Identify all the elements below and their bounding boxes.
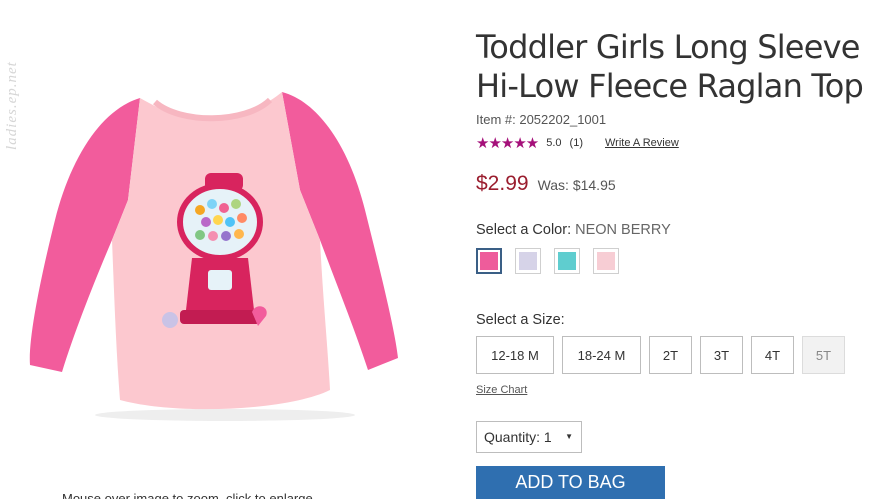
product-title-line1: Toddler Girls Long Sleeve	[476, 28, 860, 66]
color-swatch-light-pink[interactable]	[593, 248, 619, 274]
chevron-down-icon: ▼	[565, 432, 573, 441]
size-selector-label: Select a Size:	[476, 312, 565, 328]
rating-count[interactable]: (1)	[570, 137, 583, 149]
quantity-label: Quantity:	[484, 429, 541, 445]
sale-price: $2.99	[476, 172, 529, 195]
selected-color-name: NEON BERRY	[575, 222, 671, 238]
swatch-fill	[558, 252, 576, 270]
add-to-bag-button[interactable]: ADD TO BAG	[476, 466, 665, 499]
item-number: Item #: 2052202_1001	[476, 112, 607, 127]
was-price: Was: $14.95	[537, 177, 616, 193]
swatch-fill	[597, 252, 615, 270]
quantity-value: 1	[543, 429, 552, 445]
color-label-text: Select a Color:	[476, 222, 572, 238]
product-title: Toddler Girls Long Sleeve Hi-Low Fleece …	[476, 28, 866, 106]
size-button-3t[interactable]: 3T	[700, 336, 743, 374]
size-button-2t[interactable]: 2T	[649, 336, 692, 374]
star-rating-icon: ★★★★★	[476, 135, 539, 152]
color-swatches	[476, 248, 619, 274]
product-title-line2: Hi-Low Fleece Raglan Top	[476, 67, 864, 105]
size-button-12-18m[interactable]: 12-18 M	[476, 336, 554, 374]
price-row: $2.99 Was: $14.95	[476, 172, 616, 196]
size-button-4t[interactable]: 4T	[751, 336, 794, 374]
size-options: 12-18 M 18-24 M 2T 3T 4T 5T	[476, 336, 845, 374]
color-swatch-aqua[interactable]	[554, 248, 580, 274]
swatch-fill	[480, 252, 498, 270]
rating-row: ★★★★★ 5.0 (1) Write A Review	[476, 134, 679, 152]
size-button-18-24m[interactable]: 18-24 M	[562, 336, 641, 374]
color-swatch-lavender[interactable]	[515, 248, 541, 274]
size-button-5t[interactable]: 5T	[802, 336, 845, 374]
rating-score: 5.0	[546, 137, 562, 149]
write-review-link[interactable]: Write A Review	[605, 137, 679, 149]
image-caption: Mouse over image to zoom, click to enlar…	[62, 492, 313, 499]
color-swatch-neon-berry[interactable]	[476, 248, 502, 274]
color-selector-label: Select a Color: NEON BERRY	[476, 222, 671, 238]
product-image[interactable]	[20, 80, 420, 425]
swatch-fill	[519, 252, 537, 270]
quantity-select[interactable]: Quantity: 1 ▼	[476, 421, 582, 453]
size-chart-link[interactable]: Size Chart	[476, 384, 527, 396]
